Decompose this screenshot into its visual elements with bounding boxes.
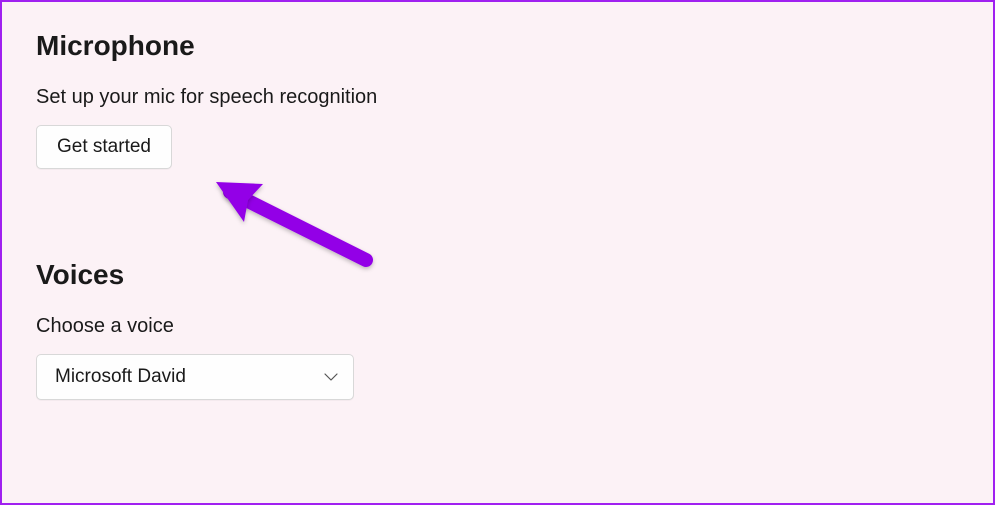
voices-section: Voices Choose a voice Microsoft David bbox=[36, 259, 959, 400]
microphone-description: Set up your mic for speech recognition bbox=[36, 86, 959, 109]
microphone-section: Microphone Set up your mic for speech re… bbox=[36, 30, 959, 169]
voice-select-wrapper: Microsoft David bbox=[36, 354, 354, 400]
microphone-heading: Microphone bbox=[36, 30, 959, 62]
voices-heading: Voices bbox=[36, 259, 959, 291]
choose-voice-label: Choose a voice bbox=[36, 315, 959, 338]
voice-select[interactable]: Microsoft David bbox=[36, 354, 354, 400]
get-started-button[interactable]: Get started bbox=[36, 125, 172, 169]
